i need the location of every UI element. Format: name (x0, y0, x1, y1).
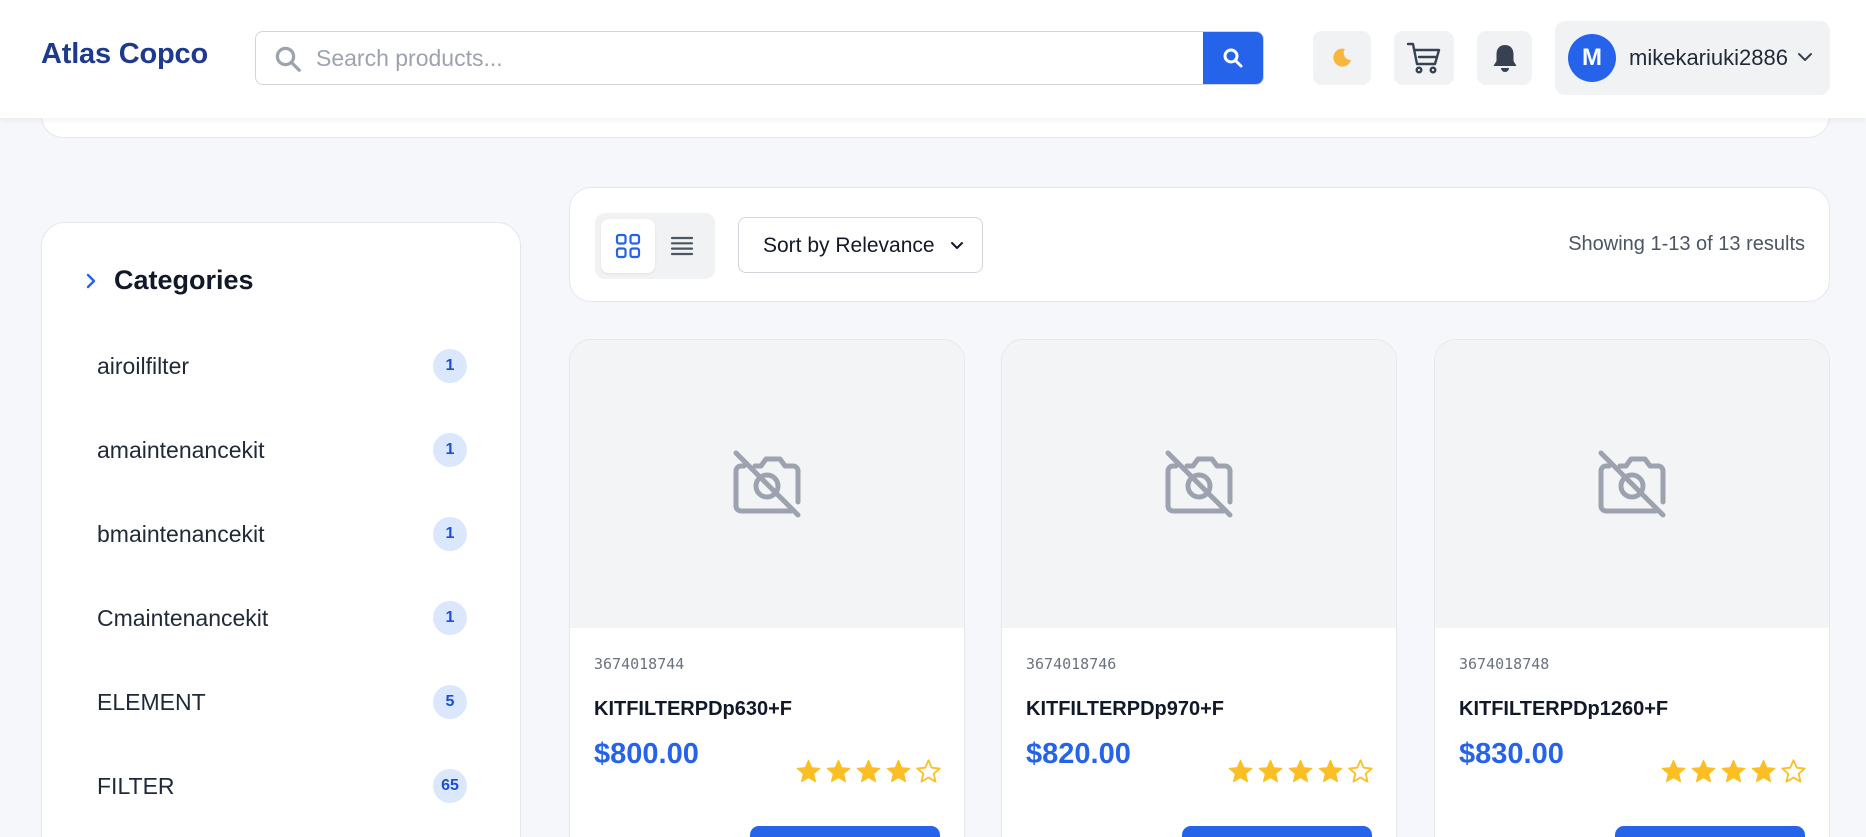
categories-title: Categories (114, 265, 254, 295)
category-item[interactable]: ELEMENT 5 (97, 682, 467, 722)
no-image-icon (733, 450, 801, 518)
moon-icon (1333, 48, 1351, 67)
grid-icon (615, 233, 641, 259)
product-card[interactable]: 3674018746 KITFILTERPDp970+F $820.00 (1001, 339, 1397, 837)
category-label: FILTER (97, 772, 175, 799)
product-sku: 3674018744 (594, 655, 685, 673)
categories-toggle[interactable]: Categories (82, 265, 254, 296)
product-price: $830.00 (1459, 738, 1564, 770)
search-bar (255, 31, 1264, 85)
theme-toggle-button[interactable] (1313, 31, 1371, 85)
no-image-icon (1598, 450, 1666, 518)
category-label: airoilfilter (97, 352, 190, 379)
add-to-cart-button[interactable] (1615, 826, 1805, 837)
product-card[interactable]: 3674018748 KITFILTERPDp1260+F $830.00 (1434, 339, 1830, 837)
categories-sidebar: Categories airoilfilter 1 amaintenanceki… (41, 222, 521, 837)
product-image-placeholder (570, 340, 964, 628)
grid-view-button[interactable] (601, 219, 655, 273)
category-label: Cmaintenancekit (97, 604, 269, 631)
category-label: amaintenancekit (97, 436, 265, 463)
star-filled-icon (1691, 759, 1716, 783)
category-item[interactable]: bmaintenancekit 1 (97, 514, 467, 554)
search-button[interactable] (1203, 32, 1263, 84)
category-item[interactable]: FILTER 65 (97, 766, 467, 806)
category-count-badge: 5 (433, 685, 467, 719)
sort-select[interactable]: Sort by Relevance (738, 217, 983, 273)
product-price: $820.00 (1026, 738, 1131, 770)
chevron-down-icon (951, 242, 963, 249)
bell-icon (1493, 45, 1516, 72)
star-filled-icon (1258, 759, 1283, 783)
product-name[interactable]: KITFILTERPDp970+F (1026, 698, 1224, 721)
cart-icon (1406, 42, 1441, 74)
star-filled-icon (826, 759, 851, 783)
star-filled-icon (1318, 759, 1343, 783)
brand-logo[interactable]: Atlas Copco (41, 38, 208, 71)
view-toggle (595, 213, 715, 279)
results-toolbar: Sort by Relevance Showing 1-13 of 13 res… (569, 187, 1830, 302)
star-filled-icon (796, 759, 821, 783)
category-label: ELEMENT (97, 688, 206, 715)
star-rating (795, 758, 942, 785)
product-sku: 3674018746 (1026, 655, 1117, 673)
product-image-placeholder (1002, 340, 1396, 628)
chevron-down-icon (1798, 53, 1812, 61)
search-input[interactable] (316, 32, 1196, 84)
avatar: M (1568, 34, 1616, 82)
product-sku: 3674018748 (1459, 655, 1550, 673)
star-rating (1660, 758, 1807, 785)
star-empty-icon (916, 759, 941, 783)
category-count-badge: 65 (433, 769, 467, 803)
star-filled-icon (1721, 759, 1746, 783)
category-count-badge: 1 (433, 349, 467, 383)
star-filled-icon (1751, 759, 1776, 783)
star-empty-icon (1781, 759, 1806, 783)
list-icon (670, 236, 694, 256)
category-count-badge: 1 (433, 601, 467, 635)
username: mikekariuki2886 (1629, 45, 1788, 70)
top-header: Atlas Copco M mikekariuki2886 (0, 0, 1866, 118)
product-name[interactable]: KITFILTERPDp630+F (594, 698, 792, 721)
cart-button[interactable] (1394, 31, 1454, 85)
category-count-badge: 1 (433, 433, 467, 467)
search-icon (275, 46, 301, 72)
add-to-cart-button[interactable] (1182, 826, 1372, 837)
no-image-icon (1165, 450, 1233, 518)
product-image-placeholder (1435, 340, 1829, 628)
results-count: Showing 1-13 of 13 results (1568, 233, 1805, 255)
user-menu[interactable]: M mikekariuki2886 (1555, 21, 1830, 95)
star-rating (1227, 758, 1374, 785)
notifications-button[interactable] (1477, 31, 1532, 85)
category-count-badge: 1 (433, 517, 467, 551)
list-view-button[interactable] (655, 219, 709, 273)
star-filled-icon (856, 759, 881, 783)
star-filled-icon (1228, 759, 1253, 783)
category-item[interactable]: airoilfilter 1 (97, 346, 467, 386)
star-empty-icon (1348, 759, 1373, 783)
star-filled-icon (1288, 759, 1313, 783)
product-price: $800.00 (594, 738, 699, 770)
category-item[interactable]: amaintenancekit 1 (97, 430, 467, 470)
product-name[interactable]: KITFILTERPDp1260+F (1459, 698, 1668, 721)
star-filled-icon (1661, 759, 1686, 783)
star-filled-icon (886, 759, 911, 783)
product-card[interactable]: 3674018744 KITFILTERPDp630+F $800.00 (569, 339, 965, 837)
sort-label: Sort by Relevance (763, 234, 935, 257)
search-icon (1223, 48, 1243, 68)
add-to-cart-button[interactable] (750, 826, 940, 837)
category-label: bmaintenancekit (97, 520, 265, 547)
chevron-right-icon (86, 273, 96, 288)
category-item[interactable]: Cmaintenancekit 1 (97, 598, 467, 638)
